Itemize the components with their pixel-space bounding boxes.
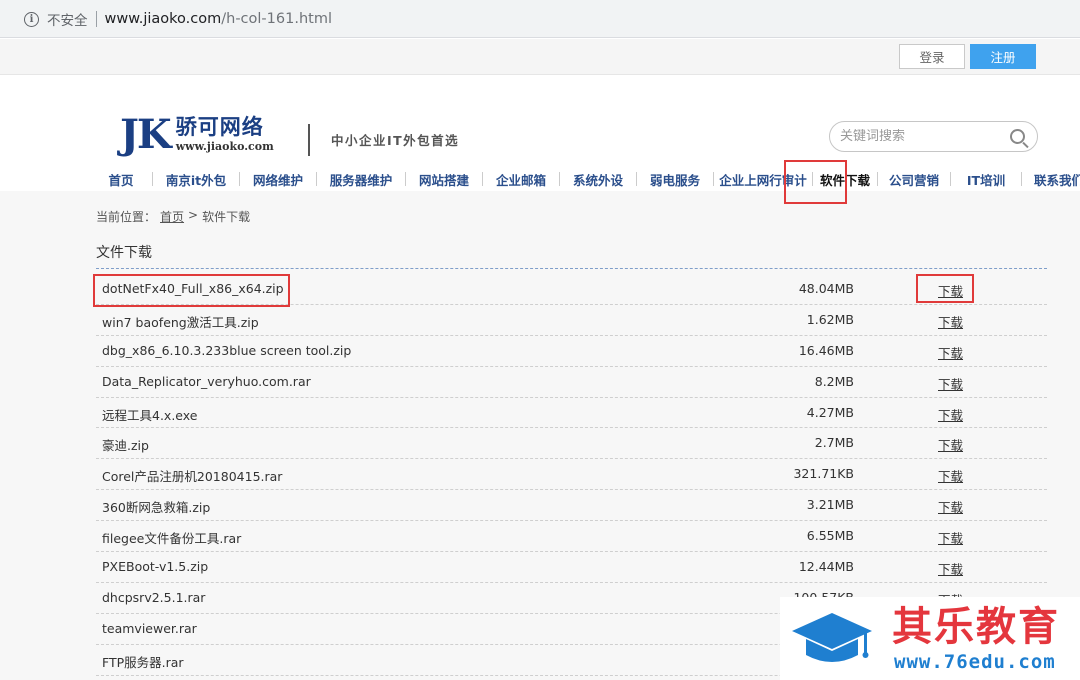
file-row: filegee文件备份工具.rar 6.55MB 下载: [96, 521, 1047, 553]
download-link[interactable]: 下载: [938, 405, 963, 424]
logo-mark: JK: [120, 111, 172, 158]
security-label: 不安全: [47, 13, 88, 29]
file-size: 8.2MB: [814, 373, 854, 389]
file-row: PXEBoot-v1.5.zip 12.44MB 下载: [96, 552, 1047, 583]
download-link[interactable]: 下载: [938, 466, 963, 485]
download-link[interactable]: 下载: [938, 497, 963, 516]
file-row: 360断网急救箱.zip 3.21MB 下载: [96, 490, 1047, 522]
search-box[interactable]: [829, 121, 1038, 152]
nav-item-4[interactable]: 网站搭建: [406, 165, 482, 193]
file-row: dbg_x86_6.10.3.233blue screen tool.zip 16…: [96, 336, 1047, 367]
file-size: 48.04MB: [798, 281, 854, 296]
logo-divider: [308, 124, 310, 156]
url-field[interactable]: i 不安全 www.jiaoko.com /h-col-161.html: [12, 5, 1068, 33]
search-input[interactable]: [840, 129, 1000, 144]
file-row: Corel产品注册机20180415.rar 321.71KB 下载: [96, 459, 1047, 491]
browser-address-bar: i 不安全 www.jiaoko.com /h-col-161.html: [0, 0, 1080, 38]
file-name: PXEBoot-v1.5.zip: [102, 559, 209, 575]
nav-item-11[interactable]: IT培训: [951, 165, 1021, 193]
highlight-box-file: [93, 274, 290, 307]
top-account-bar: 登录 注册: [0, 39, 1080, 75]
logo-url: www.jiaoko.com: [175, 140, 274, 153]
file-row: win7 baofeng激活工具.zip 1.62MB 下载: [96, 305, 1047, 336]
url-host: www.jiaoko.com: [104, 11, 222, 27]
file-size: 1.62MB: [806, 311, 854, 327]
download-link[interactable]: 下载: [938, 435, 963, 454]
file-size: 12.44MB: [798, 559, 854, 575]
file-name: FTP服务器.rar: [102, 654, 184, 670]
nav-item-5[interactable]: 企业邮箱: [483, 165, 559, 193]
file-name: 远程工具4.x.exe: [102, 407, 198, 423]
nav-item-0[interactable]: 首页: [90, 165, 152, 193]
breadcrumb-current: 软件下载: [202, 210, 251, 224]
register-button[interactable]: 注册: [970, 44, 1036, 69]
search-icon[interactable]: [1010, 129, 1025, 144]
nav-item-10[interactable]: 公司营销: [878, 165, 950, 193]
download-link[interactable]: 下载: [938, 528, 963, 547]
file-name: 豪迪.zip: [102, 438, 149, 454]
file-name: dbg_x86_6.10.3.233blue screen tool.zip: [102, 342, 352, 358]
nav-item-6[interactable]: 系统外设: [560, 165, 636, 193]
nav-item-1[interactable]: 南京it外包: [153, 165, 239, 193]
info-icon[interactable]: i: [24, 11, 39, 27]
site-logo[interactable]: JK 骄可网络 www.jiaoko.com: [120, 114, 274, 156]
main-nav: 首页 南京it外包 网络维护 服务器维护 网站搭建 企业邮箱 系统外设 弱电服务 企业上网行审计…: [90, 165, 1080, 193]
file-name: Data_Replicator_veryhuo.com.rar: [102, 373, 311, 389]
file-name: teamviewer.rar: [102, 620, 197, 636]
file-name: filegee文件备份工具.rar: [102, 531, 242, 547]
file-size: 3.21MB: [806, 497, 854, 513]
address-divider: [95, 11, 97, 27]
nav-item-7[interactable]: 弱电服务: [637, 165, 713, 193]
download-link[interactable]: 下载: [938, 312, 963, 331]
section-title: 文件下载: [96, 245, 152, 261]
breadcrumb-separator: >: [188, 208, 199, 222]
highlight-box-download: [916, 274, 974, 303]
breadcrumb-home-link[interactable]: 首页: [160, 208, 184, 225]
file-size: 321.71KB: [793, 466, 854, 482]
file-size: 16.46MB: [798, 342, 854, 358]
breadcrumb: 当前位置： 首页 > 软件下载: [96, 208, 250, 225]
download-link[interactable]: 下载: [938, 559, 963, 578]
file-size: 2.7MB: [814, 435, 854, 451]
watermark: 其乐教育 www.76edu.com: [780, 597, 1080, 680]
file-name: 360断网急救箱.zip: [102, 500, 211, 516]
file-name: dhcpsrv2.5.1.rar: [102, 589, 206, 605]
nav-item-2[interactable]: 网络维护: [240, 165, 316, 193]
file-name: win7 baofeng激活工具.zip: [102, 314, 259, 330]
download-link[interactable]: 下载: [938, 343, 963, 362]
file-row: 豪迪.zip 2.7MB 下载: [96, 428, 1047, 460]
file-name: Corel产品注册机20180415.rar: [102, 469, 283, 485]
file-row: Data_Replicator_veryhuo.com.rar 8.2MB 下载: [96, 367, 1047, 398]
login-button[interactable]: 登录: [899, 44, 965, 69]
url-path: /h-col-161.html: [221, 11, 332, 27]
nav-item-3[interactable]: 服务器维护: [317, 165, 405, 193]
graduation-cap-icon: [792, 613, 872, 662]
file-size: 4.27MB: [806, 404, 854, 420]
watermark-url: www.76edu.com: [894, 651, 1056, 673]
file-row: 远程工具4.x.exe 4.27MB 下载: [96, 398, 1047, 429]
nav-item-12[interactable]: 联系我们: [1022, 165, 1080, 193]
logo-name: 骄可网络: [175, 115, 264, 139]
file-size: 6.55MB: [806, 528, 854, 544]
list-top-divider: [96, 268, 1047, 269]
watermark-title: 其乐教育: [892, 604, 1060, 650]
download-link[interactable]: 下载: [938, 374, 963, 393]
site-slogan: 中小企业IT外包首选: [331, 133, 460, 148]
breadcrumb-prefix: 当前位置：: [96, 210, 157, 224]
highlight-box-nav: [784, 160, 847, 204]
